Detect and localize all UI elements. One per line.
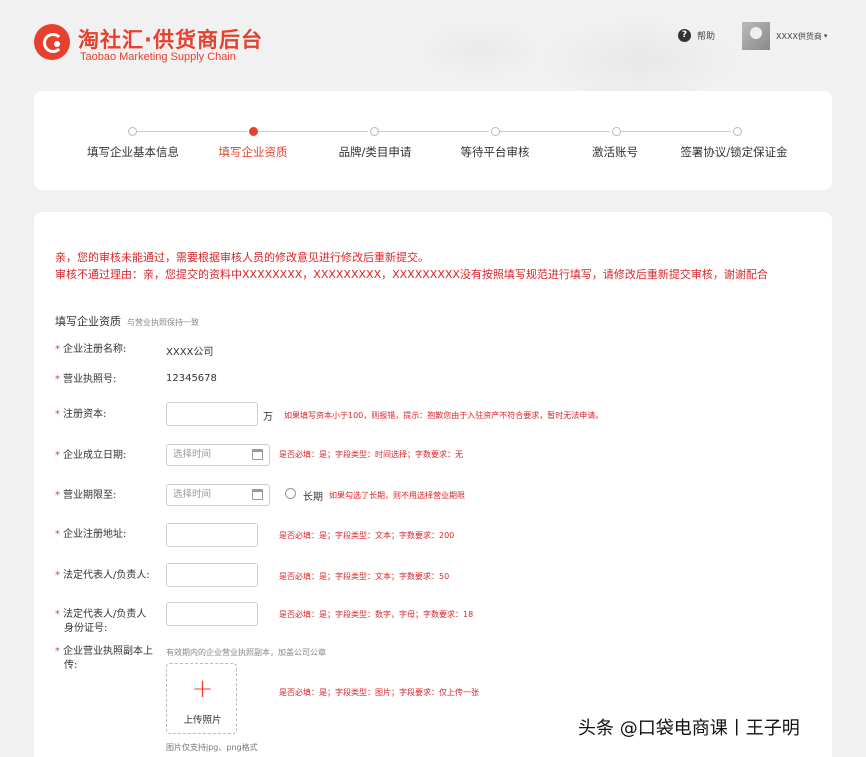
step-connector	[258, 131, 368, 132]
avatar	[742, 22, 770, 50]
long-term-label: 长期	[303, 492, 323, 503]
calendar-icon	[252, 489, 263, 500]
legal-rep-rule: 是否必填：是；字段类型：文本；字数要求：50	[279, 572, 450, 581]
logo-icon	[34, 24, 70, 60]
company-name-value: XXXX公司	[166, 347, 214, 358]
license-no-label: * 营业执照号:	[55, 374, 117, 385]
qualification-form: 亲，您的审核未能通过，需要根据审核人员的修改意见进行修改后重新提交。 审核不通过…	[34, 212, 832, 757]
required-mark: *	[55, 409, 60, 420]
step-dot-6	[733, 127, 742, 136]
section-hint: 与营业执照保持一致	[127, 318, 199, 327]
step-label-1: 填写企业基本信息	[87, 145, 179, 159]
upload-photo-button[interactable]: + 上传照片	[166, 663, 237, 734]
id-number-rule: 是否必填：是；字段类型：数字，字母；字数要求：18	[279, 610, 474, 619]
license-upload-hint: 有效期内的企业营业执照副本，加盖公司公章	[166, 648, 326, 657]
notice-line-1: 亲，您的审核未能通过，需要根据审核人员的修改意见进行修改后重新提交。	[55, 251, 429, 264]
step-label-3: 品牌/类目申请	[338, 145, 412, 159]
step-label-5: 激活账号	[592, 145, 638, 159]
term-label: * 营业期限至:	[55, 490, 117, 501]
required-mark: *	[55, 529, 60, 540]
step-dot-2	[249, 127, 258, 136]
step-label-6: 签署协议/锁定保证金	[680, 145, 788, 159]
founded-date-placeholder: 选择时间	[173, 449, 212, 460]
address-rule: 是否必填：是；字段类型：文本；字数要求：200	[279, 531, 455, 540]
term-date-picker[interactable]: 选择时间	[166, 484, 270, 506]
address-label: * 企业注册地址:	[55, 529, 127, 540]
upload-format-note: 图片仅支持jpg、png格式	[166, 743, 258, 752]
step-dot-4	[491, 127, 500, 136]
section-title: 填写企业资质 与营业执照保持一致	[55, 313, 199, 329]
step-dot-1	[128, 127, 137, 136]
id-number-input[interactable]	[166, 602, 258, 626]
step-label-4: 等待平台审核	[460, 145, 530, 159]
license-no-value: 12345678	[166, 373, 217, 384]
required-mark: *	[55, 646, 60, 657]
address-input[interactable]	[166, 523, 258, 547]
calendar-icon	[252, 449, 263, 460]
plus-icon: +	[191, 674, 214, 704]
capital-input[interactable]	[166, 402, 258, 426]
required-mark: *	[55, 450, 60, 461]
license-upload-rule: 是否必填：是；字段类型：图片；字段要求：仅上传一张	[279, 688, 479, 697]
required-mark: *	[55, 344, 60, 355]
id-number-label: * 法定代表人/负责人 身份证号:	[55, 609, 147, 634]
required-mark: *	[55, 609, 60, 620]
required-mark: *	[55, 490, 60, 501]
step-connector	[621, 131, 731, 132]
term-rule: 如果勾选了长期，则不用选择营业期限	[329, 491, 465, 500]
step-connector	[137, 131, 247, 132]
capital-unit: 万	[263, 412, 273, 423]
company-name-label: * 企业注册名称:	[55, 344, 127, 355]
header: 淘社汇·供货商后台 Taobao Marketing Supply Chain …	[0, 0, 866, 80]
legal-rep-input[interactable]	[166, 563, 258, 587]
watermark: 头条 @口袋电商课丨王子明	[578, 718, 800, 739]
user-name: XXXX供货商	[776, 31, 822, 41]
upload-photo-label: 上传照片	[183, 715, 222, 726]
section-title-text: 填写企业资质	[55, 315, 121, 328]
logo-title: 淘社汇·供货商后台	[78, 28, 263, 52]
step-connector	[500, 131, 610, 132]
help-label: 帮助	[697, 32, 716, 42]
capital-rule: 如果填写资本小于100，则报错，提示：抱歉您由于入驻资产不符合要求，暂时无法申请…	[284, 411, 604, 420]
capital-label: * 注册资本:	[55, 409, 107, 420]
help-icon: ?	[678, 29, 691, 42]
user-menu[interactable]: XXXX供货商 ▾	[742, 22, 827, 50]
progress-steps: 填写企业基本信息 填写企业资质 品牌/类目申请 等待平台审核 激活账号 签署协议…	[34, 91, 832, 190]
term-date-placeholder: 选择时间	[173, 489, 212, 500]
founded-date-label: * 企业成立日期:	[55, 450, 127, 461]
help-link[interactable]: ? 帮助	[678, 29, 715, 42]
notice-line-2: 审核不通过理由：亲，您提交的资料中XXXXXXXX，XXXXXXXXX，XXXX…	[55, 268, 768, 281]
chevron-down-icon: ▾	[823, 32, 828, 40]
step-connector	[379, 131, 489, 132]
logo-subtitle: Taobao Marketing Supply Chain	[80, 51, 236, 63]
rejection-notice: 亲，您的审核未能通过，需要根据审核人员的修改意见进行修改后重新提交。 审核不通过…	[55, 249, 768, 283]
founded-date-rule: 是否必填：是；字段类型：时间选择；字数要求：无	[279, 450, 463, 459]
long-term-radio[interactable]	[285, 488, 296, 499]
legal-rep-label: * 法定代表人/负责人:	[55, 570, 150, 581]
step-dot-5	[612, 127, 621, 136]
license-upload-label: * 企业营业执照副本上 传:	[55, 646, 153, 671]
step-dot-3	[370, 127, 379, 136]
step-label-2: 填写企业资质	[218, 145, 288, 159]
required-mark: *	[55, 570, 60, 581]
founded-date-picker[interactable]: 选择时间	[166, 444, 270, 466]
required-mark: *	[55, 374, 60, 385]
